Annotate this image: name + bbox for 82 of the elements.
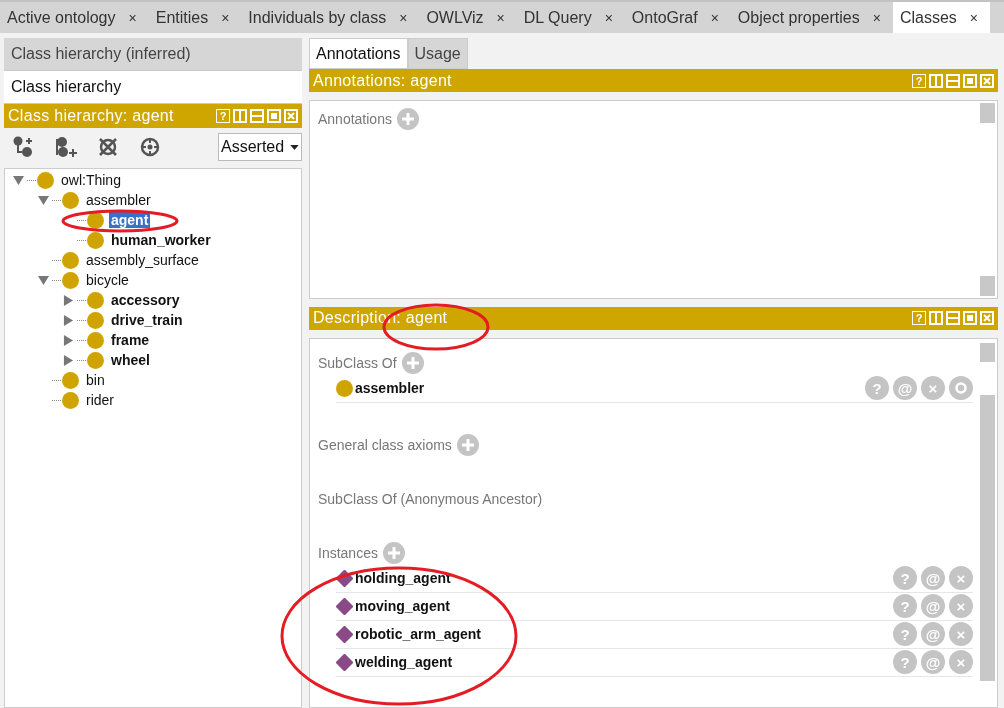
ontology-tab[interactable]: Classes × [892,2,990,33]
section-title: Annotations [318,111,392,128]
entity-label[interactable]: holding_agent [355,570,451,587]
class-tree-item[interactable]: bicycle [84,272,131,288]
section-title: SubClass Of (Anonymous Ancestor) [318,491,543,507]
maximize-icon[interactable] [963,73,977,88]
view-tab[interactable]: Annotations [309,38,408,70]
section-title: Instances [318,545,378,561]
split-horizontal-icon[interactable] [946,311,960,326]
view-tab[interactable]: Class hierarchy (inferred) [4,38,302,71]
ontology-tab[interactable]: OntoGraf × [624,2,731,33]
ontology-tab[interactable]: DL Query × [516,2,625,33]
scrollbar-thumb[interactable] [980,395,995,681]
expanded-triangle-icon[interactable] [38,194,49,206]
class-icon [87,211,104,229]
class-tree-item[interactable]: accessory [109,292,182,308]
section-title: SubClass Of [318,355,397,371]
entity-label[interactable]: robotic_arm_agent [355,626,482,643]
class-icon [62,251,79,269]
class-tree-item[interactable]: owl:Thing [59,172,123,188]
class-tree-item[interactable]: assembler [84,192,153,208]
ontology-tab[interactable]: Object properties × [730,2,893,33]
caret-icon [290,144,300,150]
class-icon [87,331,104,349]
class-tree-item[interactable]: frame [109,332,152,348]
maximize-icon[interactable] [267,109,281,123]
ontology-tab[interactable]: Individuals by class × [241,2,420,33]
add-icon[interactable] [401,352,424,374]
ontology-tab[interactable]: Active ontology × [0,2,149,33]
split-horizontal-icon[interactable] [250,109,264,123]
class-icon [37,171,54,189]
class-icon [62,371,79,389]
add-icon[interactable] [382,542,405,564]
mode-dropdown[interactable]: Asserted [218,133,302,161]
collapsed-triangle-icon[interactable] [63,354,74,366]
class-tree-item[interactable]: wheel [109,352,152,368]
expanded-triangle-icon[interactable] [38,274,49,286]
split-vertical-icon[interactable] [929,311,943,326]
class-icon [87,311,104,329]
close-icon[interactable] [284,109,298,123]
add-icon[interactable] [456,434,479,456]
split-vertical-icon[interactable] [929,73,943,88]
individual-icon [336,570,353,587]
individual-icon [336,626,353,643]
class-tree-item[interactable]: rider [84,392,116,408]
collapsed-triangle-icon[interactable] [63,314,74,326]
ontology-tab[interactable]: Entities × [148,2,242,33]
class-icon [336,380,353,397]
view-tab[interactable]: Class hierarchy [4,71,302,104]
class-tree-item[interactable]: human_worker [109,232,213,248]
class-icon [87,231,104,249]
entity-label[interactable]: moving_agent [355,598,450,615]
edit-button[interactable] [949,376,973,401]
split-horizontal-icon[interactable] [946,73,960,88]
class-icon [62,191,79,209]
class-tree-item[interactable]: bin [84,372,107,388]
class-icon [62,271,79,289]
expanded-triangle-icon[interactable] [13,174,24,186]
split-vertical-icon[interactable] [233,109,247,123]
add-sibling-icon[interactable] [54,135,78,159]
target-icon[interactable] [138,135,162,159]
individual-icon [336,654,353,671]
view-tab[interactable]: Usage [407,38,468,70]
class-tree-item[interactable]: drive_train [109,312,185,328]
view-title: Annotations: agent [313,71,452,90]
class-tree-item[interactable]: assembly_surface [84,252,201,268]
collapsed-triangle-icon[interactable] [63,294,74,306]
collapsed-triangle-icon[interactable] [63,334,74,346]
individual-icon [336,598,353,615]
class-icon [62,391,79,409]
close-icon[interactable] [980,73,994,88]
close-icon[interactable] [980,311,994,326]
ontology-tab[interactable]: OWLViz × [419,2,517,33]
maximize-icon[interactable] [963,311,977,326]
add-icon[interactable] [396,108,419,131]
section-title: General class axioms [318,437,452,453]
entity-label[interactable]: assembler [355,380,425,397]
view-title: Description: agent [313,309,448,328]
class-icon [87,351,104,369]
view-title: Class hierarchy: agent [8,107,174,125]
entity-label[interactable]: welding_agent [355,654,453,671]
class-icon [87,291,104,309]
